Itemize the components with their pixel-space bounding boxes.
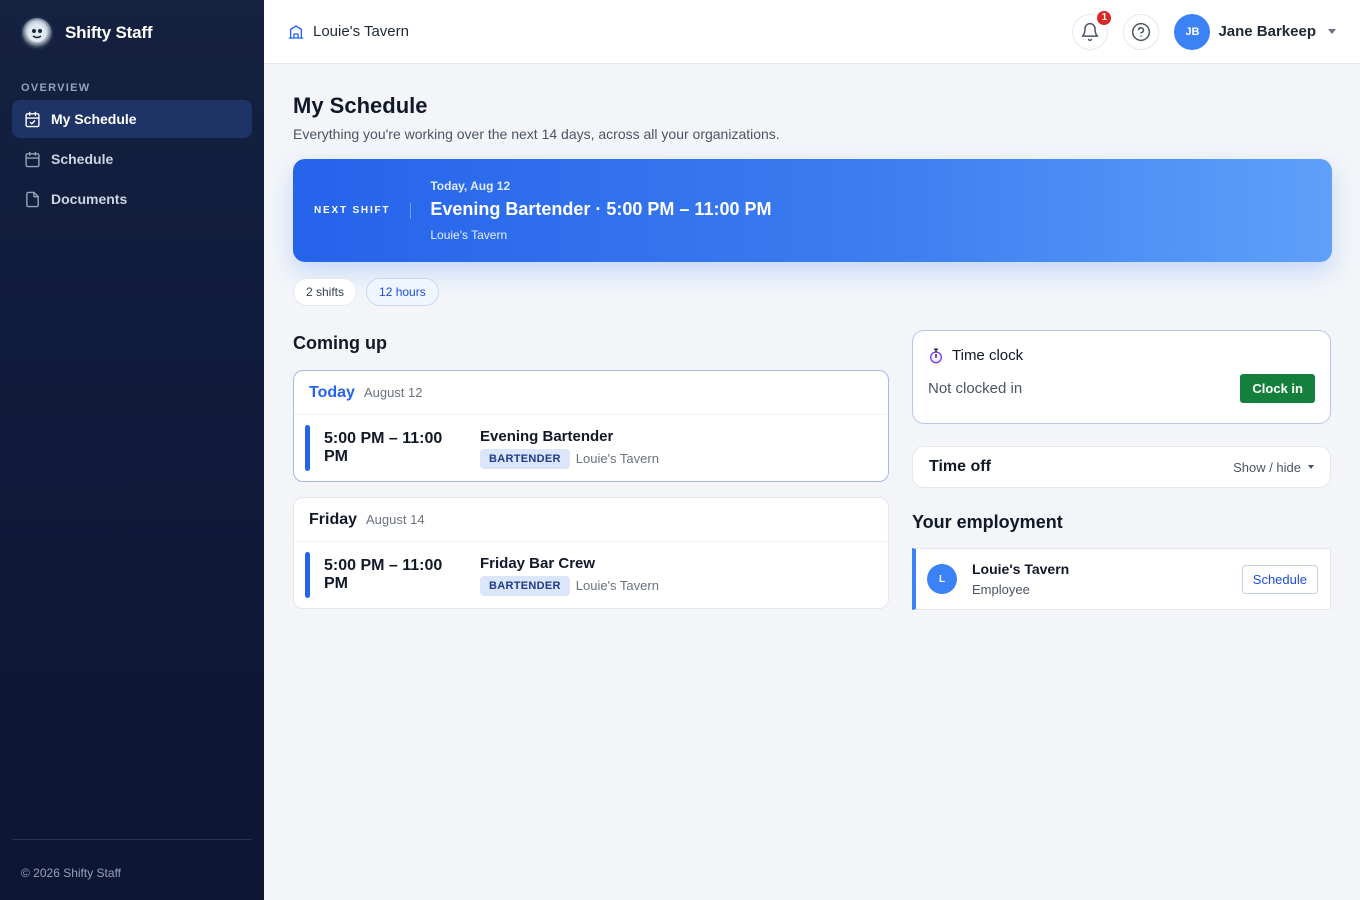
time-off-toggle[interactable]: Show / hide [1233, 460, 1314, 475]
chevron-down-icon [1328, 29, 1336, 34]
day-card: Today August 12 5:00 PM – 11:00 PM Eveni… [293, 370, 889, 482]
org-schedule-button[interactable]: Schedule [1241, 564, 1318, 594]
shift-time: 5:00 PM – 11:00 PM [324, 430, 443, 465]
user-menu[interactable]: JB Jane Barkeep [1174, 13, 1336, 50]
sidebar-footer: © 2026 Shifty Staff [12, 839, 252, 880]
summary-pills: 2 shifts 12 hours [293, 278, 1332, 306]
user-avatar: JB [1174, 13, 1211, 50]
sidebar-item-label: My Schedule [51, 111, 137, 127]
shift-info: Evening Bartender BARTENDER Louie's Tave… [480, 428, 659, 469]
shift-meta: BARTENDER Louie's Tavern [480, 575, 659, 596]
employment-info: Louie's Tavern Employee [972, 561, 1069, 597]
content-columns: Coming up Today August 12 5:00 PM – 11:0… [293, 330, 1332, 610]
user-name: Jane Barkeep [1218, 23, 1316, 40]
shift-location: Louie's Tavern [575, 578, 659, 593]
shift-time: 5:00 PM – 11:00 PM [324, 557, 443, 592]
sidebar-item-my-schedule[interactable]: My Schedule [12, 100, 252, 138]
org-switcher[interactable]: Louie's Tavern [288, 23, 409, 40]
sidebar-item-label: Schedule [51, 151, 114, 167]
calendar-check-icon [25, 111, 40, 127]
caret-down-icon [1308, 465, 1314, 469]
time-clock-row: Not clocked in Clock in [928, 374, 1315, 403]
sidebar: Shifty Staff OVERVIEW My Schedule Schedu… [0, 0, 264, 900]
building-icon [288, 24, 304, 39]
nav-section-label: OVERVIEW [21, 82, 91, 94]
shift-row[interactable]: 5:00 PM – 11:00 PM Evening Bartender BAR… [294, 415, 888, 481]
next-shift-banner[interactable]: NEXT SHIFT Today, Aug 12 Evening Bartend… [293, 159, 1332, 262]
side-column: Time clock Not clocked in Clock in Time … [912, 330, 1331, 610]
shift-accent-bar [305, 425, 310, 471]
shift-location: Louie's Tavern [575, 451, 659, 466]
next-shift-title: Evening Bartender · 5:00 PM – 11:00 PM [430, 199, 772, 219]
shift-count-pill: 2 shifts [293, 278, 358, 306]
help-button[interactable] [1123, 13, 1160, 50]
sidebar-item-documents[interactable]: Documents [12, 180, 252, 218]
coming-up-column: Coming up Today August 12 5:00 PM – 11:0… [293, 330, 889, 610]
org-name: Louie's Tavern [313, 23, 409, 40]
day-name: Today [309, 383, 355, 401]
shift-name: Evening Bartender [480, 427, 614, 445]
day-header: Today August 12 [294, 371, 888, 415]
toggle-label: Show / hide [1233, 459, 1301, 475]
clock-status: Not clocked in [928, 380, 1023, 397]
time-off-title: Time off [929, 458, 991, 475]
next-shift-location: Louie's Tavern [430, 228, 508, 242]
sidebar-item-label: Documents [51, 191, 128, 207]
page-title: My Schedule [293, 93, 428, 118]
org-avatar: L [927, 564, 957, 594]
employment-org-name: Louie's Tavern [972, 561, 1070, 577]
top-actions: 1 JB Jane Barkeep [1072, 8, 1336, 50]
next-shift-body: Today, Aug 12 Evening Bartender · 5:00 P… [430, 179, 771, 242]
stopwatch-icon [930, 348, 942, 363]
time-clock-title: Time clock [928, 347, 1315, 364]
brand[interactable]: Shifty Staff [0, 0, 264, 66]
employment-role: Employee [972, 582, 1030, 597]
top-bar: Louie's Tavern 1 JB Jane Barkeep [264, 0, 1360, 64]
notification-count-badge: 1 [1095, 8, 1114, 27]
hours-pill: 12 hours [366, 278, 439, 306]
time-clock-card: Time clock Not clocked in Clock in [912, 330, 1331, 424]
clock-in-button[interactable]: Clock in [1240, 374, 1315, 403]
time-clock-label: Time clock [952, 347, 1024, 364]
help-icon [1132, 22, 1151, 41]
day-name: Friday [309, 510, 358, 528]
sidebar-item-schedule[interactable]: Schedule [12, 140, 252, 178]
coming-up-heading: Coming up [293, 333, 387, 353]
employment-item: L Louie's Tavern Employee Schedule [912, 548, 1331, 610]
brand-logo-icon [20, 16, 54, 50]
sidebar-nav: My Schedule Schedule Documents [0, 100, 264, 218]
day-card: Friday August 14 5:00 PM – 11:00 PM Frid… [293, 497, 889, 609]
main-content: My Schedule Everything you're working ov… [293, 64, 1332, 610]
shift-accent-bar [305, 552, 310, 598]
document-icon [26, 191, 39, 207]
shift-row[interactable]: 5:00 PM – 11:00 PM Friday Bar Crew BARTE… [294, 542, 888, 608]
shift-info: Friday Bar Crew BARTENDER Louie's Tavern [480, 555, 659, 596]
day-date: August 14 [366, 512, 425, 527]
role-badge: BARTENDER [480, 448, 570, 469]
page-subtitle: Everything you're working over the next … [293, 126, 780, 142]
next-shift-date: Today, Aug 12 [430, 179, 511, 193]
employment-heading: Your employment [912, 512, 1063, 532]
day-date: August 12 [363, 385, 423, 400]
day-header: Friday August 14 [294, 498, 888, 542]
time-off-card: Time off Show / hide [912, 446, 1331, 488]
next-shift-label: NEXT SHIFT [314, 202, 412, 219]
notifications-button[interactable]: 1 [1072, 8, 1114, 50]
role-badge: BARTENDER [480, 575, 570, 596]
shift-meta: BARTENDER Louie's Tavern [480, 448, 659, 469]
shift-name: Friday Bar Crew [480, 554, 596, 572]
brand-name: Shifty Staff [65, 23, 153, 42]
calendar-icon [25, 151, 40, 167]
